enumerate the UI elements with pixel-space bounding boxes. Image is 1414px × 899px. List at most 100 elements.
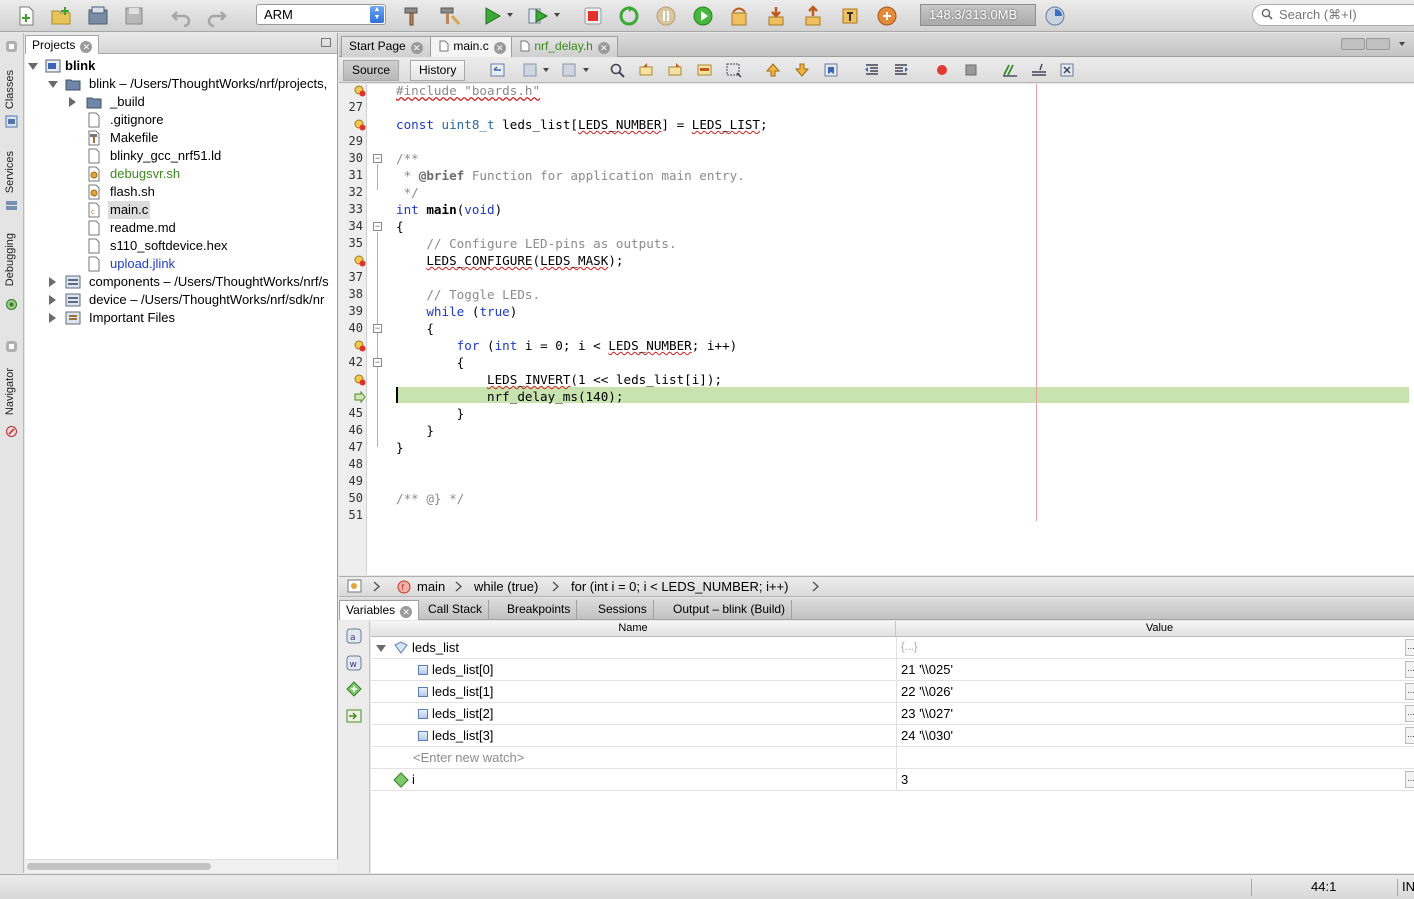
- toggle-bookmark-icon[interactable]: [822, 62, 840, 78]
- scrollbar-thumb[interactable]: [27, 863, 211, 870]
- expand-arrow-icon[interactable]: [48, 81, 58, 88]
- open-project-icon[interactable]: [86, 4, 110, 28]
- table-row[interactable]: leds_list[3] 24 '\\030' …: [371, 725, 1414, 747]
- find-previous-icon[interactable]: [638, 62, 656, 78]
- fold-toggle-icon[interactable]: −: [373, 222, 382, 231]
- table-row[interactable]: i 3 …: [371, 769, 1414, 791]
- strip-tab-classes[interactable]: Classes: [4, 70, 16, 109]
- tab-sessions[interactable]: Sessions: [592, 600, 654, 620]
- scroll-tabs-right-icon[interactable]: [1366, 38, 1390, 50]
- new-file-icon[interactable]: [14, 4, 38, 28]
- shift-line-right-icon[interactable]: [892, 62, 910, 78]
- new-watch-icon[interactable]: [346, 681, 362, 697]
- collapse-arrow-icon[interactable]: [49, 295, 56, 305]
- step-over-icon[interactable]: [727, 4, 751, 28]
- minimize-panel-icon[interactable]: [321, 38, 331, 47]
- run-to-cursor-icon[interactable]: [838, 4, 862, 28]
- step-out-icon[interactable]: [801, 4, 825, 28]
- tab-output[interactable]: Output – blink (Build): [667, 600, 793, 620]
- show-auto-variables-icon[interactable]: a: [346, 628, 362, 644]
- file-structure-icon[interactable]: [347, 579, 363, 594]
- scroll-tabs-left-icon[interactable]: [1341, 38, 1365, 50]
- comment-icon[interactable]: [1001, 62, 1019, 78]
- tab-nrf-delay-h[interactable]: nrf_delay.h ✕: [511, 36, 618, 57]
- tab-projects[interactable]: Projects ✕: [25, 35, 100, 54]
- code-editor[interactable]: 27 29 30 31 32 33 34 35 37 38 39 40 42 4…: [339, 84, 1414, 575]
- table-row[interactable]: leds_list {...} …: [371, 637, 1414, 659]
- table-row[interactable]: leds_list[0] 21 '\\025' …: [371, 659, 1414, 681]
- collapse-arrow-icon[interactable]: [49, 277, 56, 287]
- tree-item-important-files[interactable]: Important Files: [25, 309, 335, 327]
- collapse-arrow-icon[interactable]: [69, 97, 76, 107]
- error-hint-icon[interactable]: [354, 340, 366, 352]
- tree-item-readme[interactable]: readme.md: [25, 219, 335, 237]
- shift-line-left-icon[interactable]: [863, 62, 881, 78]
- uncomment-icon[interactable]: [1030, 62, 1048, 78]
- close-icon[interactable]: ✕: [410, 42, 423, 54]
- back-icon[interactable]: [522, 62, 540, 78]
- back-dropdown-icon[interactable]: [543, 68, 549, 72]
- step-into-icon[interactable]: [764, 4, 788, 28]
- tab-call-stack[interactable]: Call Stack: [422, 600, 490, 620]
- close-icon[interactable]: ✕: [400, 606, 413, 618]
- tree-item-gitignore[interactable]: .gitignore: [25, 111, 335, 129]
- save-all-icon[interactable]: [122, 4, 146, 28]
- tree-item-blink-root[interactable]: blink: [25, 57, 335, 75]
- start-macro-recording-icon[interactable]: [933, 62, 951, 78]
- configuration-select[interactable]: ARM ▲ ▼: [256, 4, 386, 25]
- show-opened-documents-icon[interactable]: [1399, 42, 1405, 46]
- breadcrumb-item[interactable]: for (int i = 0; i < LEDS_NUMBER; i++): [571, 577, 788, 596]
- show-watches-icon[interactable]: w: [346, 655, 362, 671]
- forward-dropdown-icon[interactable]: [583, 68, 589, 72]
- column-header-value[interactable]: Value: [897, 621, 1414, 636]
- expand-arrow-icon[interactable]: [376, 645, 386, 652]
- error-hint-icon[interactable]: [354, 119, 366, 131]
- profile-ide-icon[interactable]: [1043, 4, 1067, 28]
- pause-icon[interactable]: [654, 4, 678, 28]
- new-project-icon[interactable]: [49, 4, 73, 28]
- edit-value-button[interactable]: …: [1405, 683, 1414, 700]
- tree-item-components[interactable]: components – /Users/ThoughtWorks/nrf/s: [25, 273, 335, 291]
- breadcrumb-item[interactable]: while (true): [474, 577, 538, 596]
- new-watch-row[interactable]: <Enter new watch>: [371, 747, 1414, 769]
- fold-toggle-icon[interactable]: −: [373, 154, 382, 163]
- collapse-arrow-icon[interactable]: [49, 313, 56, 323]
- edit-value-button[interactable]: …: [1405, 727, 1414, 744]
- last-edit-icon[interactable]: [489, 62, 507, 78]
- find-next-icon[interactable]: [667, 62, 685, 78]
- close-icon[interactable]: ✕: [597, 42, 610, 54]
- breadcrumb-item[interactable]: main: [417, 577, 445, 596]
- error-hint-icon[interactable]: [354, 85, 366, 97]
- close-icon[interactable]: ✕: [80, 41, 93, 53]
- continue-icon[interactable]: [691, 4, 715, 28]
- tree-item-debugsvr[interactable]: debugsvr.sh: [25, 165, 335, 183]
- finish-debugger-icon[interactable]: [581, 4, 605, 28]
- table-row[interactable]: leds_list[2] 23 '\\027' …: [371, 703, 1414, 725]
- tree-item-main-c[interactable]: c main.c: [25, 201, 335, 219]
- restart-icon[interactable]: [617, 4, 641, 28]
- run-icon[interactable]: [480, 4, 504, 28]
- new-watch-placeholder[interactable]: <Enter new watch>: [413, 747, 524, 768]
- evaluate-expression-icon[interactable]: [346, 708, 362, 724]
- apply-code-changes-icon[interactable]: [875, 4, 899, 28]
- table-row[interactable]: leds_list[1] 22 '\\026' …: [371, 681, 1414, 703]
- toggle-highlight-search-icon[interactable]: [696, 62, 714, 78]
- clean-build-icon[interactable]: [438, 4, 462, 28]
- fold-toggle-icon[interactable]: −: [373, 324, 382, 333]
- next-bookmark-icon[interactable]: [793, 62, 811, 78]
- toggle-rectangular-selection-icon[interactable]: [725, 62, 743, 78]
- debug-dropdown-icon[interactable]: [554, 13, 560, 17]
- source-view-button[interactable]: Source: [343, 60, 400, 81]
- edit-value-button[interactable]: …: [1405, 705, 1414, 722]
- memory-usage-meter[interactable]: 148.3/313.0MB: [920, 4, 1036, 26]
- tree-item-upload-jlink[interactable]: upload.jlink: [25, 255, 335, 273]
- error-hint-icon[interactable]: [354, 255, 366, 267]
- find-selection-icon[interactable]: [609, 62, 627, 78]
- previous-bookmark-icon[interactable]: [764, 62, 782, 78]
- expand-arrow-icon[interactable]: [28, 63, 38, 70]
- strip-tab-navigator[interactable]: Navigator: [4, 368, 16, 415]
- history-view-button[interactable]: History: [410, 60, 466, 81]
- tab-start-page[interactable]: Start Page ✕: [341, 36, 431, 57]
- debug-project-icon[interactable]: [526, 4, 550, 28]
- redo-icon[interactable]: [205, 4, 229, 28]
